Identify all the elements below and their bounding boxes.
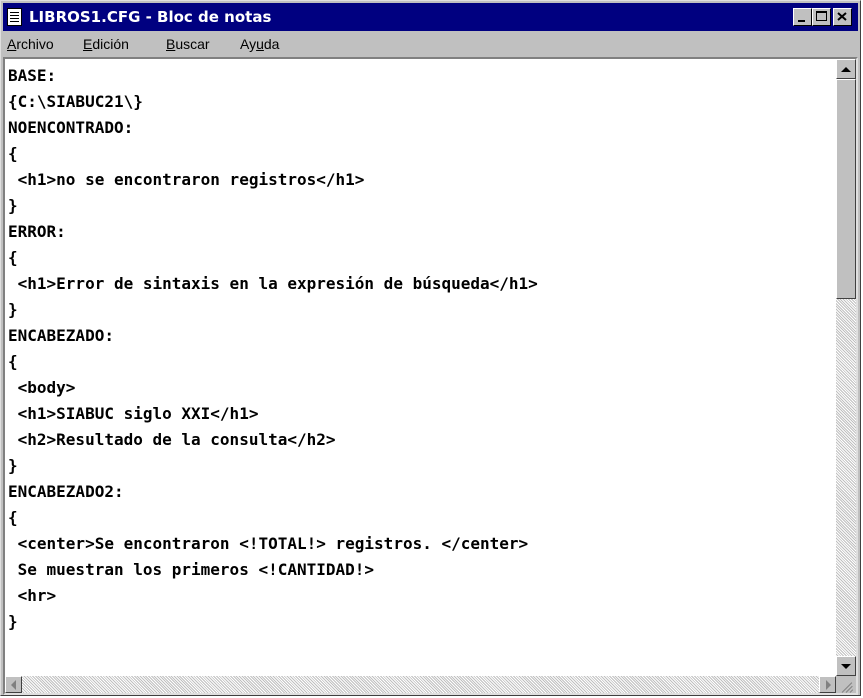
text-line: <h1>no se encontraron registros</h1>	[8, 170, 365, 189]
text-line: <h1>SIABUC siglo XXI</h1>	[8, 404, 259, 423]
menu-edicion-accel: E	[83, 36, 93, 52]
arrow-left-icon	[11, 680, 16, 690]
scroll-right-button[interactable]	[819, 676, 836, 693]
menu-bar: Archivo Edición Buscar Ayuda	[3, 32, 858, 56]
menu-archivo[interactable]: Archivo	[7, 35, 54, 53]
window-title: LIBROS1.CFG - Bloc de notas	[29, 8, 272, 26]
menu-edicion[interactable]: Edición	[83, 35, 129, 53]
maximize-button[interactable]	[812, 8, 831, 26]
text-line: NOENCONTRADO:	[8, 118, 134, 137]
text-line: ENCABEZADO2:	[8, 482, 124, 501]
text-line: {	[8, 248, 18, 267]
menu-archivo-accel: A	[7, 36, 17, 52]
text-line: ENCABEZADO:	[8, 326, 114, 345]
text-line: <hr>	[8, 586, 57, 605]
menu-ayuda-label: da	[263, 36, 280, 52]
minimize-icon	[798, 20, 805, 22]
text-line: <h1>Error de sintaxis en la expresión de…	[8, 274, 538, 293]
arrow-right-icon	[826, 680, 831, 690]
menu-ayuda[interactable]: Ayuda	[240, 35, 279, 53]
text-line: ERROR:	[8, 222, 66, 241]
text-line: BASE:	[8, 66, 57, 85]
menu-buscar[interactable]: Buscar	[166, 35, 210, 53]
menu-ayuda-pre: Ay	[240, 36, 257, 52]
menu-archivo-label: rchivo	[16, 36, 54, 52]
text-editor[interactable]: BASE: {C:\SIABUC21\} NOENCONTRADO: { <h1…	[3, 57, 858, 695]
notepad-window: LIBROS1.CFG - Bloc de notas Archivo Edic…	[0, 0, 861, 696]
arrow-down-icon	[841, 664, 851, 669]
text-line: <body>	[8, 378, 76, 397]
close-icon	[837, 12, 847, 21]
text-line: Se muestran los primeros <!CANTIDAD!>	[8, 560, 375, 579]
menu-edicion-label: dición	[92, 36, 129, 52]
text-line: {	[8, 508, 18, 527]
scroll-down-button[interactable]	[836, 656, 856, 676]
minimize-button[interactable]	[793, 8, 812, 26]
text-line: <h2>Resultado de la consulta</h2>	[8, 430, 336, 449]
arrow-up-icon	[841, 67, 851, 72]
text-line: {	[8, 352, 18, 371]
menu-buscar-accel: B	[166, 36, 176, 52]
text-line: {	[8, 144, 18, 163]
scroll-up-button[interactable]	[836, 59, 856, 79]
text-line: }	[8, 456, 18, 475]
text-line: }	[8, 612, 18, 631]
title-bar[interactable]: LIBROS1.CFG - Bloc de notas	[3, 3, 858, 31]
notepad-icon[interactable]	[7, 8, 22, 26]
scroll-left-button[interactable]	[5, 676, 22, 693]
text-area[interactable]: BASE: {C:\SIABUC21\} NOENCONTRADO: { <h1…	[5, 59, 836, 676]
vertical-scroll-thumb[interactable]	[836, 79, 856, 299]
close-button[interactable]	[833, 8, 852, 26]
text-line: }	[8, 196, 18, 215]
resize-grip-icon[interactable]	[836, 676, 856, 693]
horizontal-scrollbar[interactable]	[5, 676, 836, 693]
text-line: {C:\SIABUC21\}	[8, 92, 143, 111]
text-line: <center>Se encontraron <!TOTAL!> registr…	[8, 534, 529, 553]
vertical-scrollbar[interactable]	[836, 59, 856, 676]
maximize-icon	[816, 11, 827, 21]
menu-ayuda-accel: u	[256, 36, 264, 52]
menu-buscar-label: uscar	[175, 36, 210, 52]
text-line: }	[8, 300, 18, 319]
